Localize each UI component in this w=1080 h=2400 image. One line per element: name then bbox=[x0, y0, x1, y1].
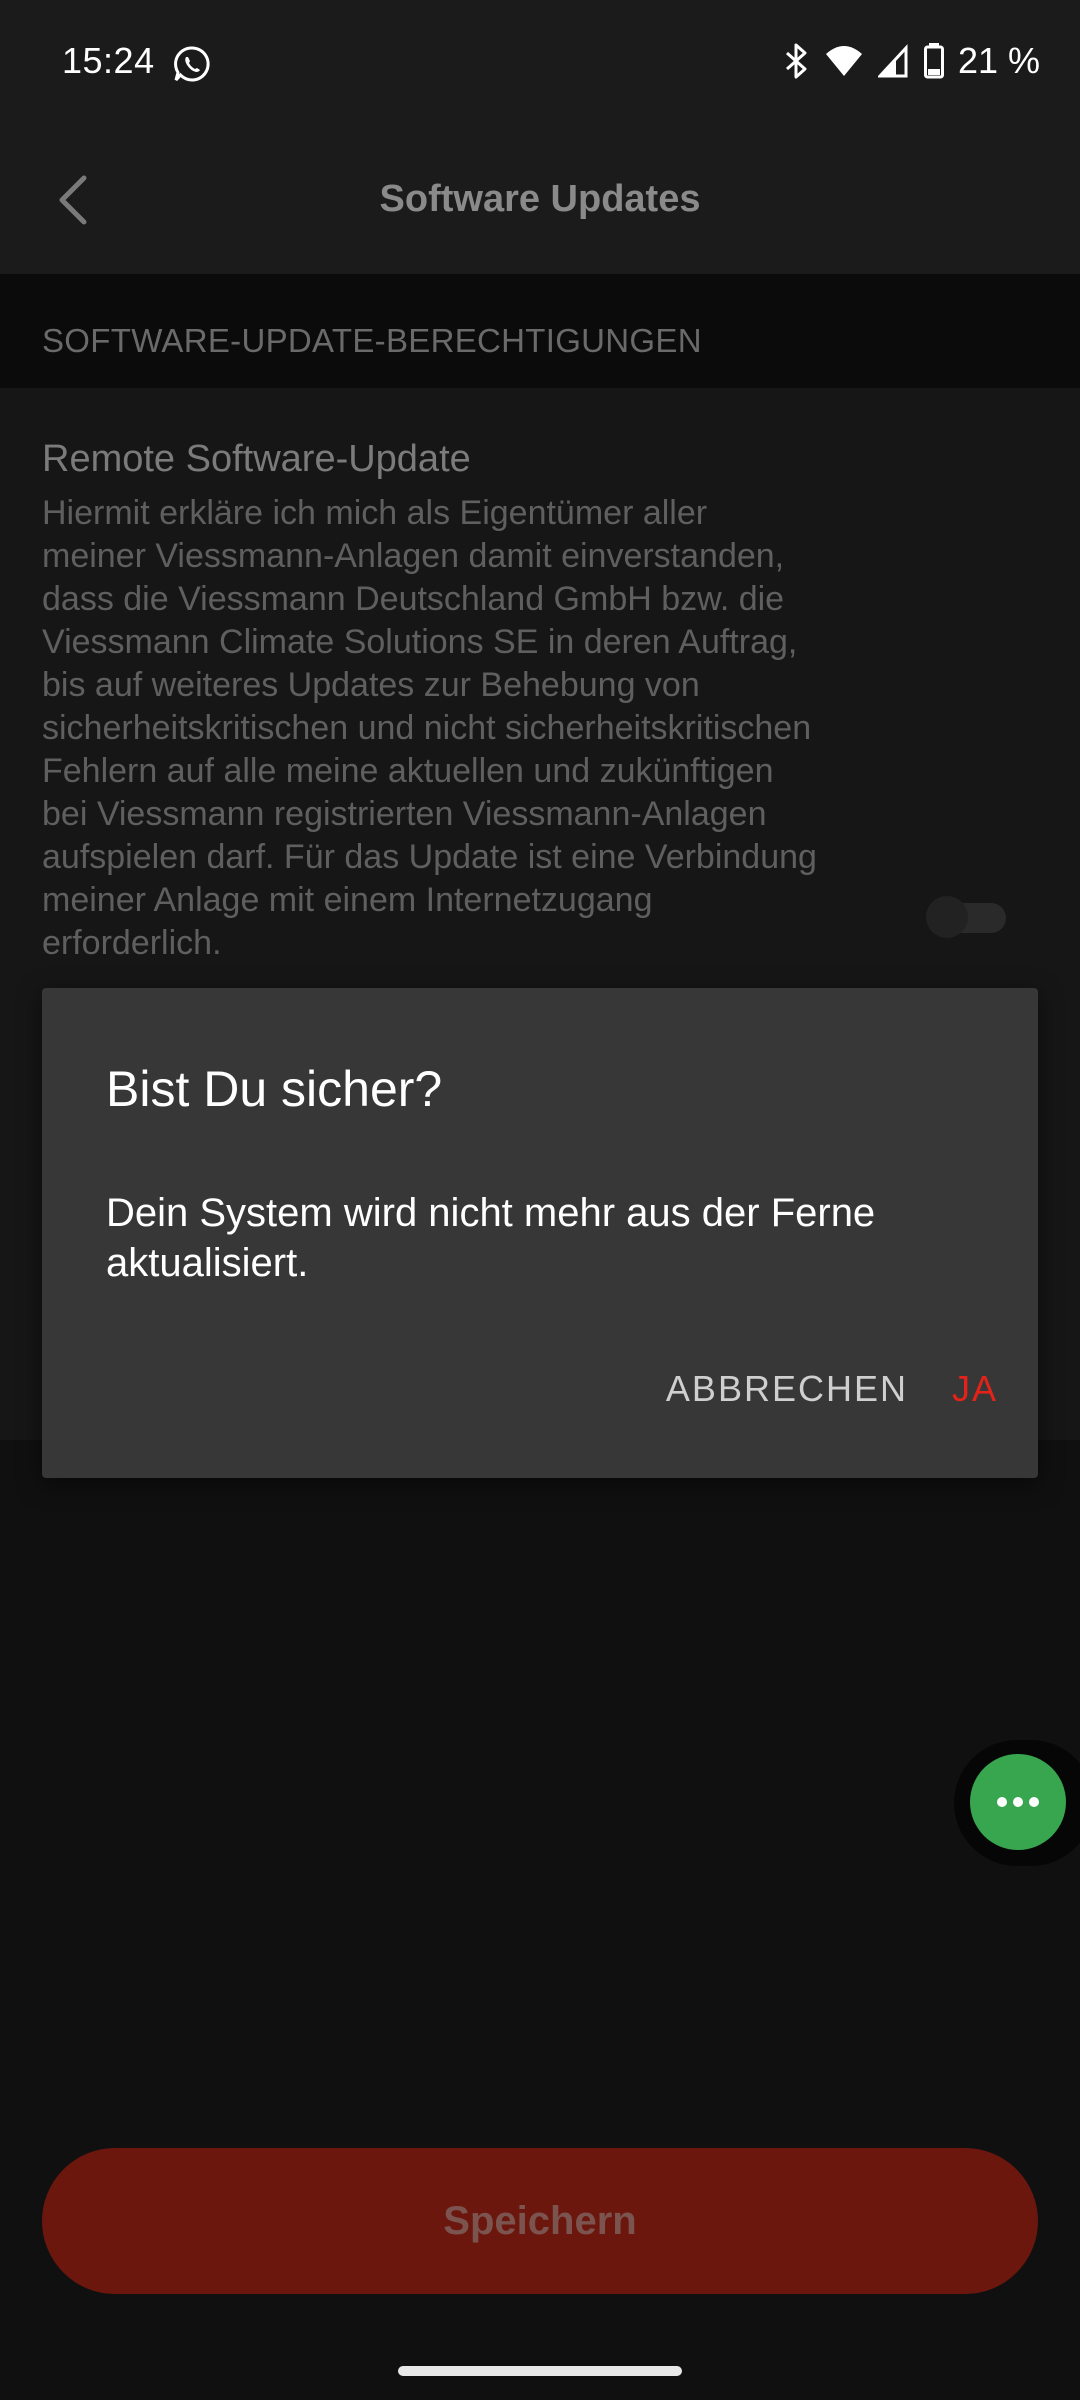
page-title: Software Updates bbox=[379, 178, 701, 220]
description-line: bis auf weiteres Updates zur Behebung vo… bbox=[42, 666, 700, 704]
confirm-dialog: Bist Du sicher? Dein System wird nicht m… bbox=[42, 988, 1038, 1478]
description-line: aufspielen darf. Für das Update ist eine… bbox=[42, 838, 817, 876]
description-line: Viessmann Climate Solutions SE in deren … bbox=[42, 623, 798, 661]
dialog-actions: ABBRECHEN JA bbox=[666, 1368, 998, 1410]
more-horizontal-icon bbox=[997, 1797, 1039, 1807]
description-line: dass die Viessmann Deutschland GmbH bzw.… bbox=[42, 580, 785, 618]
description-line: meiner Anlage mit einem Internetzugang bbox=[42, 881, 653, 919]
wifi-icon bbox=[824, 44, 864, 78]
description-line: Hiermit erkläre ich mich als Eigentümer … bbox=[42, 494, 708, 532]
setting-description: Hiermit erkläre ich mich als Eigentümer … bbox=[42, 492, 902, 965]
dialog-message: Dein System wird nicht mehr aus der Fern… bbox=[106, 1191, 876, 1285]
dialog-title: Bist Du sicher? bbox=[106, 1061, 443, 1117]
cancel-button[interactable]: ABBRECHEN bbox=[666, 1368, 908, 1410]
bluetooth-icon bbox=[784, 42, 810, 80]
toggle-thumb bbox=[926, 896, 968, 938]
description-line: sicherheitskritischen und nicht sicherhe… bbox=[42, 709, 812, 747]
save-button[interactable]: Speichern bbox=[42, 2148, 1038, 2294]
status-time: 15:24 bbox=[62, 40, 155, 81]
section-header: SOFTWARE-UPDATE-BERECHTIGUNGEN bbox=[0, 274, 1080, 388]
section-header-label: SOFTWARE-UPDATE-BERECHTIGUNGEN bbox=[42, 322, 702, 359]
cell-signal-icon bbox=[877, 44, 910, 78]
description-line: meiner Viessmann-Anlagen damit einversta… bbox=[42, 537, 785, 575]
status-bar: 15:24 21 % bbox=[0, 0, 1080, 128]
setting-title: Remote Software-Update bbox=[42, 438, 471, 480]
chat-button[interactable] bbox=[970, 1754, 1066, 1850]
app-bar: Software Updates bbox=[0, 128, 1080, 274]
whatsapp-icon bbox=[172, 44, 212, 84]
description-line: erforderlich. bbox=[42, 924, 222, 962]
status-indicators: 21 % bbox=[784, 40, 1040, 82]
description-line: Fehlern auf alle meine aktuellen und zuk… bbox=[42, 752, 774, 790]
confirm-button[interactable]: JA bbox=[952, 1368, 998, 1410]
description-line: bei Viessmann registrierten Viessmann-An… bbox=[42, 795, 767, 833]
battery-icon bbox=[923, 43, 944, 79]
chat-fab-container bbox=[954, 1740, 1080, 1866]
home-indicator[interactable] bbox=[398, 2366, 682, 2376]
battery-percent: 21 % bbox=[957, 40, 1040, 81]
remote-update-toggle[interactable] bbox=[926, 896, 1008, 938]
